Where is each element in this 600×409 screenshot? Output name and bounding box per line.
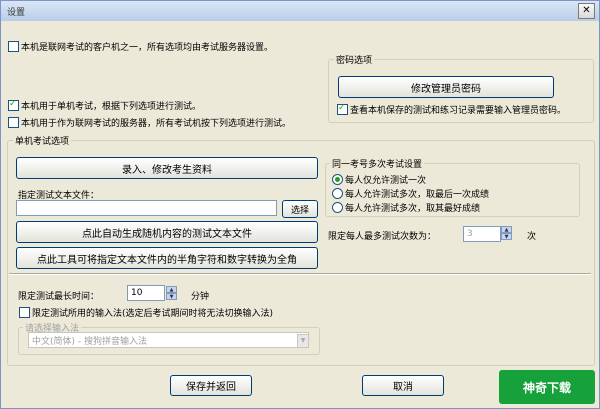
ime-select-value: 中文(简体) - 搜狗拼音输入法 (32, 336, 147, 347)
change-password-button[interactable]: 修改管理员密码 (338, 76, 554, 98)
require-password-checkbox[interactable] (337, 103, 348, 115)
client-mode-checkbox[interactable] (8, 41, 19, 52)
radio-best-label: 每人允许测试多次，取其最好成绩 (345, 204, 481, 214)
spin-down-icon[interactable]: ▼ (501, 233, 512, 240)
spin-up-icon[interactable]: ▲ (501, 226, 512, 233)
watermark-text: 神奇下载 (522, 380, 571, 395)
ime-limit-checkbox[interactable] (19, 307, 30, 318)
time-limit-unit: 分钟 (191, 292, 210, 302)
enter-students-button[interactable]: 录入、修改考生资料 (16, 157, 318, 179)
cancel-button[interactable]: 取消 (362, 375, 444, 396)
require-password-label: 查看本机保存的测试和练习记录需要输入管理员密码。 (350, 106, 567, 116)
server-mode-label: 本机用于作为联网考试的服务器，所有考试机按下列选项进行测试。 (21, 119, 292, 129)
radio-last-label: 每人允许测试多次，取最后一次成绩 (345, 190, 490, 200)
max-tests-spinner[interactable]: ▲ ▼ (501, 226, 512, 240)
watermark-logo: 神奇下载 (499, 370, 595, 404)
radio-last[interactable] (332, 188, 343, 199)
password-group-title: 密码选项 (334, 53, 375, 66)
time-limit-spinner[interactable]: ▲ ▼ (166, 286, 177, 300)
single-mode-label: 本机用于单机考试，根据下列选项进行测试。 (21, 102, 202, 112)
server-mode-checkbox[interactable] (8, 117, 19, 128)
radio-once-label: 每人仅允许测试一次 (345, 176, 427, 186)
choose-file-button[interactable]: 选择 (282, 200, 318, 218)
window-title: 设置 (7, 8, 26, 18)
max-tests-unit: 次 (527, 232, 537, 242)
ime-limit-label: 限定测试所用的输入法(选定后考试期间时将无法切换输入法) (32, 309, 274, 319)
chevron-down-icon[interactable]: ▼ (297, 334, 309, 348)
multi-exam-group-title: 同一考号多次考试设置 (330, 157, 425, 170)
client-mode-label: 本机是联网考试的客户机之一，所有选项均由考试服务器设置。 (21, 43, 274, 53)
ime-select[interactable]: 中文(简体) - 搜狗拼音输入法 (28, 332, 309, 348)
spin-down-icon[interactable]: ▼ (166, 293, 177, 300)
text-file-input[interactable] (16, 200, 277, 216)
divider (9, 273, 591, 275)
time-limit-label: 限定测试最长时间： (18, 292, 100, 302)
max-tests-input[interactable]: 3 (463, 226, 501, 242)
settings-window: 设置 ✕ 本机是联网考试的客户机之一，所有选项均由考试服务器设置。 密码选项 修… (0, 0, 600, 409)
max-tests-label: 限定每人最多测试次数为： (328, 232, 437, 242)
auto-generate-button[interactable]: 点此自动生成随机内容的测试文本文件 (16, 221, 318, 243)
time-limit-input[interactable]: 10 (127, 285, 165, 301)
close-button[interactable]: ✕ (578, 3, 595, 19)
single-exam-group-title: 单机考试选项 (13, 134, 72, 147)
radio-once[interactable] (332, 174, 343, 185)
save-return-button[interactable]: 保存并返回 (170, 375, 252, 396)
spin-up-icon[interactable]: ▲ (166, 286, 177, 293)
convert-fullwidth-button[interactable]: 点此工具可将指定文本文件内的半角字符和数字转换为全角 (16, 247, 318, 269)
title-bar[interactable]: 设置 ✕ (1, 1, 599, 21)
single-mode-checkbox[interactable] (8, 99, 19, 111)
radio-best[interactable] (332, 202, 343, 213)
